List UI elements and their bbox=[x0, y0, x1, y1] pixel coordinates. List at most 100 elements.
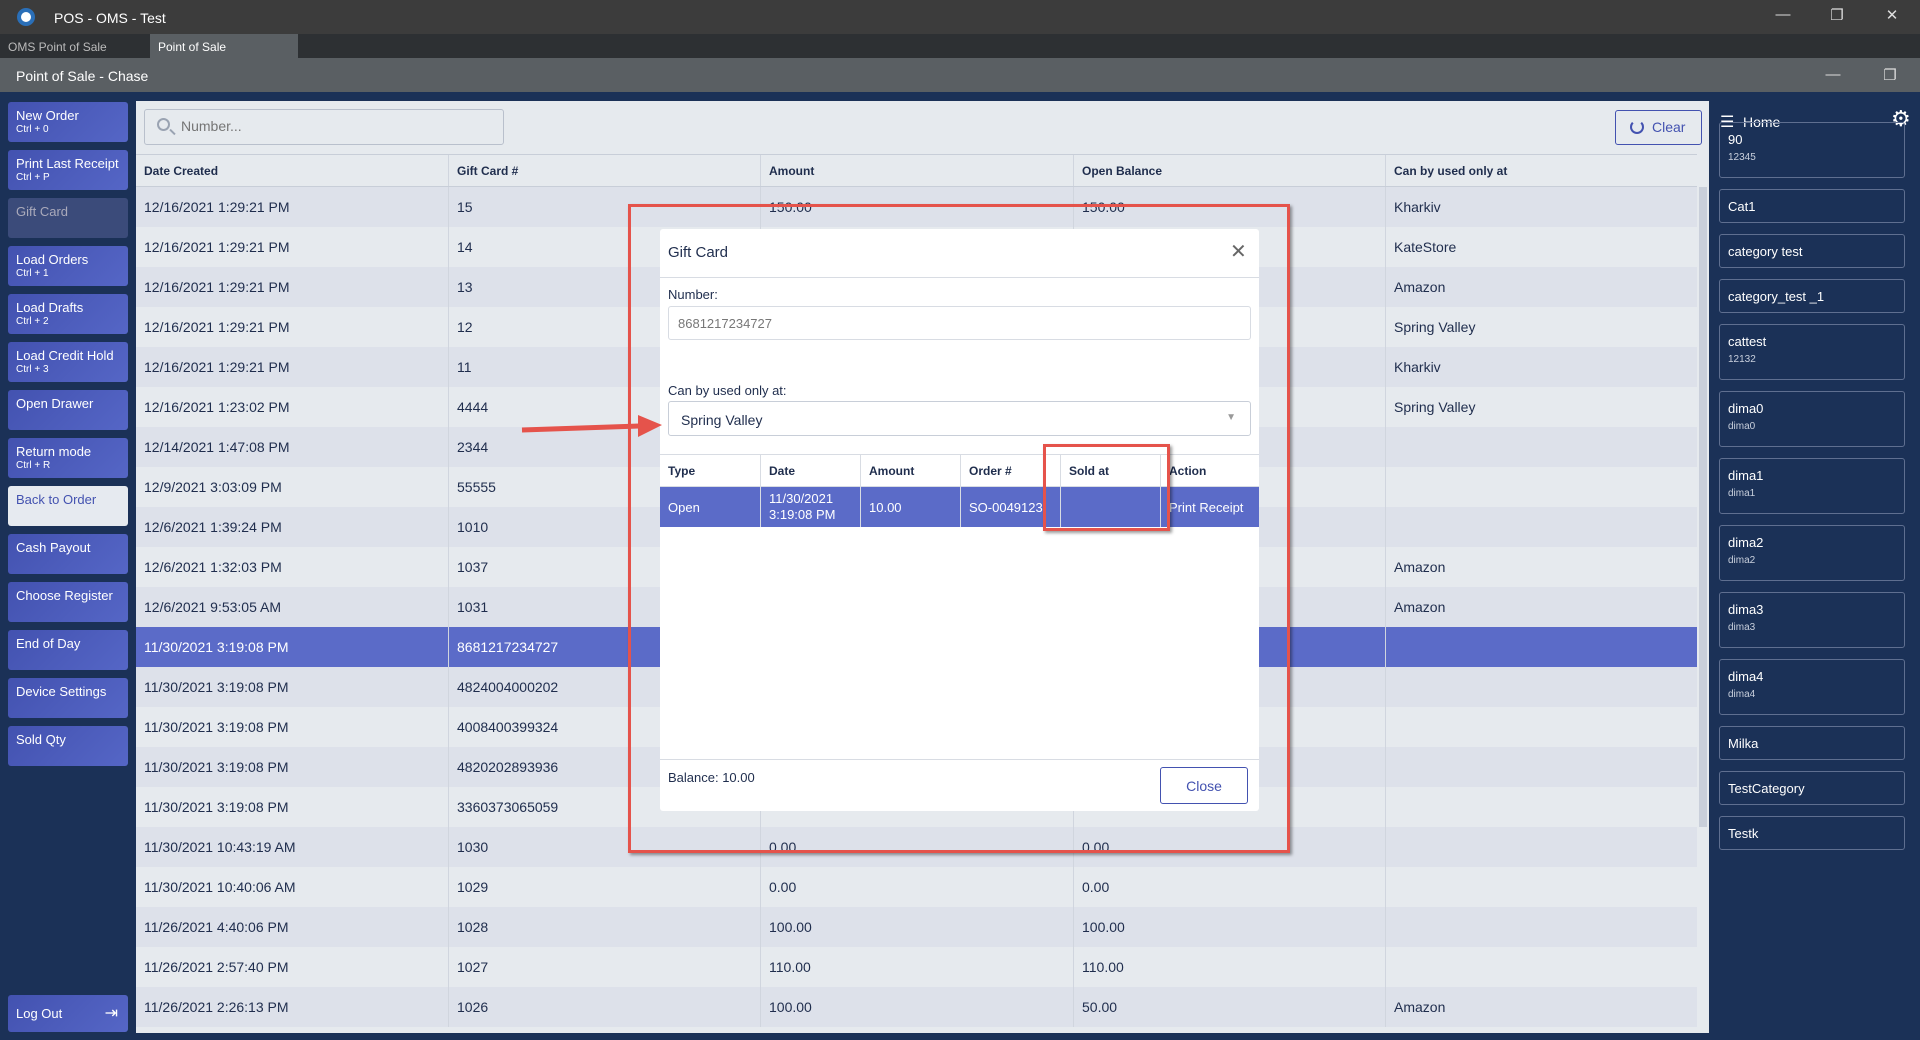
close-window-button[interactable]: ✕ bbox=[1877, 6, 1907, 24]
menu-button-cash-payout[interactable]: Cash Payout bbox=[8, 534, 128, 574]
tab-point-of-sale[interactable]: Point of Sale bbox=[150, 34, 298, 58]
clear-button[interactable]: Clear bbox=[1615, 110, 1702, 145]
table-row[interactable]: 11/26/2021 4:40:06 PM 1028 100.00 100.00 bbox=[136, 907, 1697, 947]
category-item[interactable]: category_test _1 bbox=[1719, 279, 1905, 313]
divider bbox=[660, 277, 1259, 278]
category-item[interactable]: dima4 dima4 bbox=[1719, 659, 1905, 715]
category-item[interactable]: cattest 12132 bbox=[1719, 324, 1905, 380]
cell-gift-card: 1029 bbox=[448, 867, 760, 907]
location-label: Can by used only at: bbox=[668, 383, 787, 398]
search-input[interactable] bbox=[181, 118, 481, 134]
menu-button-load-drafts[interactable]: Load Drafts Ctrl + 2 bbox=[8, 294, 128, 334]
category-item[interactable]: Milka bbox=[1719, 726, 1905, 760]
panel-restore-button[interactable]: ❐ bbox=[1875, 66, 1905, 84]
category-code: 12132 bbox=[1728, 354, 1756, 365]
category-item[interactable]: TestCategory bbox=[1719, 771, 1905, 805]
close-icon[interactable]: ✕ bbox=[1230, 239, 1247, 264]
category-item[interactable]: dima2 dima2 bbox=[1719, 525, 1905, 581]
menu-button-print-last-receipt[interactable]: Print Last Receipt Ctrl + P bbox=[8, 150, 128, 190]
menu-button-shortcut: Ctrl + 3 bbox=[16, 364, 49, 375]
print-receipt-link[interactable]: Print Receipt bbox=[1160, 487, 1259, 527]
cell-location bbox=[1385, 467, 1697, 507]
menu-button-label: Load Drafts bbox=[16, 300, 84, 315]
tab-oms-point-of-sale[interactable]: OMS Point of Sale bbox=[0, 34, 115, 58]
logout-button[interactable]: Log Out ⇥ bbox=[8, 995, 128, 1032]
menu-button-choose-register[interactable]: Choose Register bbox=[8, 582, 128, 622]
table-row[interactable]: 11/26/2021 2:26:13 PM 1026 100.00 50.00 Amaz… bbox=[136, 987, 1697, 1027]
cell-date: 11/26/2021 2:57:40 PM bbox=[144, 959, 289, 975]
cell-date: 12/16/2021 1:29:21 PM bbox=[144, 319, 290, 335]
cell-date: 12/16/2021 1:29:21 PM bbox=[144, 279, 290, 295]
cell-location: Amazon bbox=[1385, 547, 1697, 587]
category-item[interactable]: category test bbox=[1719, 234, 1905, 268]
panel-minimize-button[interactable]: — bbox=[1818, 66, 1848, 83]
table-row[interactable]: 11/30/2021 10:40:06 AM 1029 0.00 0.00 bbox=[136, 867, 1697, 907]
divider bbox=[660, 759, 1259, 760]
cell-location: Amazon bbox=[1385, 587, 1697, 627]
cell-location bbox=[1385, 427, 1697, 467]
scrollbar[interactable] bbox=[1699, 187, 1707, 827]
header-amount[interactable]: Amount bbox=[760, 155, 1073, 186]
menu-button-return-mode[interactable]: Return mode Ctrl + R bbox=[8, 438, 128, 478]
close-button[interactable]: Close bbox=[1160, 767, 1248, 804]
menu-button-shortcut: Ctrl + P bbox=[16, 172, 50, 183]
cell-date: 11/30/2021 3:19:08 PM bbox=[144, 639, 289, 655]
search-box[interactable] bbox=[144, 109, 504, 145]
menu-button-gift-card[interactable]: Gift Card bbox=[8, 198, 128, 238]
cell-gift-card: 1027 bbox=[448, 947, 760, 987]
menu-button-device-settings[interactable]: Device Settings bbox=[8, 678, 128, 718]
menu-button-new-order[interactable]: New Order Ctrl + 0 bbox=[8, 102, 128, 142]
menu-button-load-orders[interactable]: Load Orders Ctrl + 1 bbox=[8, 246, 128, 286]
minimize-button[interactable]: — bbox=[1768, 6, 1798, 23]
category-item[interactable]: dima3 dima3 bbox=[1719, 592, 1905, 648]
menu-button-open-drawer[interactable]: Open Drawer bbox=[8, 390, 128, 430]
cell-date: 11/30/2021 3:19:08 PM bbox=[760, 487, 860, 527]
cell-date: 12/16/2021 1:29:21 PM bbox=[144, 199, 290, 215]
menu-button-sold-qty[interactable]: Sold Qty bbox=[8, 726, 128, 766]
header-date-created[interactable]: Date Created bbox=[136, 155, 448, 186]
category-item[interactable]: dima0 dima0 bbox=[1719, 391, 1905, 447]
category-item[interactable]: 90 12345 bbox=[1719, 122, 1905, 178]
tab-bar: OMS Point of Sale Point of Sale bbox=[0, 34, 1920, 58]
header-open-balance[interactable]: Open Balance bbox=[1073, 155, 1385, 186]
page-title: Point of Sale - Chase bbox=[16, 68, 149, 84]
category-name: category_test _1 bbox=[1728, 289, 1825, 304]
table-row[interactable]: 11/26/2021 2:57:40 PM 1027 110.00 110.00 bbox=[136, 947, 1697, 987]
cell-date: 12/14/2021 1:47:08 PM bbox=[144, 439, 290, 455]
cell-location: KateStore bbox=[1385, 227, 1697, 267]
header-gift-card[interactable]: Gift Card # bbox=[448, 155, 760, 186]
menu-button-end-of-day[interactable]: End of Day bbox=[8, 630, 128, 670]
category-code: 12345 bbox=[1728, 152, 1756, 163]
location-value: Spring Valley bbox=[681, 412, 763, 428]
category-panel: ☰ Home ⚙ 90 12345 Cat1 category test categor… bbox=[1709, 92, 1920, 1040]
category-item[interactable]: dima1 dima1 bbox=[1719, 458, 1905, 514]
category-name: Cat1 bbox=[1728, 199, 1756, 214]
modal-title: Gift Card bbox=[668, 244, 729, 261]
menu-button-load-credit-hold[interactable]: Load Credit Hold Ctrl + 3 bbox=[8, 342, 128, 382]
cell-type: Open bbox=[668, 499, 700, 515]
number-label: Number: bbox=[668, 287, 718, 302]
category-item[interactable]: Cat1 bbox=[1719, 189, 1905, 223]
window-title: POS - OMS - Test bbox=[54, 10, 166, 26]
menu-button-label: Cash Payout bbox=[16, 540, 91, 555]
cell-open-balance: 110.00 bbox=[1073, 947, 1385, 987]
cell-open-balance: 50.00 bbox=[1073, 987, 1385, 1027]
category-code: dima1 bbox=[1728, 488, 1756, 499]
number-field[interactable]: 8681217234727 bbox=[668, 306, 1251, 340]
menu-button-label: New Order bbox=[16, 108, 79, 123]
menu-button-label: Return mode bbox=[16, 444, 92, 459]
balance-text: Balance: 10.00 bbox=[668, 770, 755, 785]
cell-location bbox=[1385, 667, 1697, 707]
restore-button[interactable]: ❐ bbox=[1822, 6, 1852, 24]
category-item[interactable]: Testk bbox=[1719, 816, 1905, 850]
menu-button-back-to-order[interactable]: Back to Order bbox=[8, 486, 128, 526]
category-name: dima0 bbox=[1728, 401, 1764, 416]
sold-at-annotation-box bbox=[1043, 444, 1170, 531]
cell-location: Kharkiv bbox=[1385, 187, 1697, 227]
th-type: Type bbox=[668, 463, 696, 478]
cell-date: 11/30/2021 10:43:19 AM bbox=[144, 839, 296, 855]
cell-location bbox=[1385, 627, 1697, 667]
location-select[interactable]: Spring Valley ▼ bbox=[668, 401, 1251, 436]
menu-button-label: Back to Order bbox=[16, 492, 97, 507]
header-location[interactable]: Can by used only at bbox=[1385, 155, 1697, 186]
